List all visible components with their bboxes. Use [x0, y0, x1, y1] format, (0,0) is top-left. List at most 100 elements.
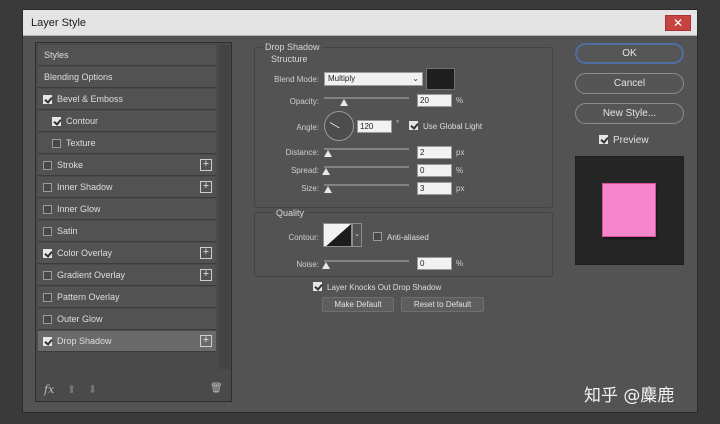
shadow-color-swatch[interactable] [426, 68, 455, 90]
dialog-title: Layer Style [31, 17, 87, 29]
reset-to-default-button[interactable]: Reset to Default [401, 297, 484, 312]
style-checkbox[interactable] [43, 293, 52, 302]
style-item-label: Pattern Overlay [57, 292, 120, 302]
layer-style-dialog: Layer Style ✕ Styles Blending Options Beve… [22, 9, 698, 413]
blend-mode-label: Blend Mode: [274, 75, 319, 84]
styles-list-panel: Styles Blending Options Bevel & Emboss Cont… [35, 42, 232, 402]
style-item-blending-options[interactable]: Blending Options [38, 67, 216, 88]
style-checkbox[interactable] [52, 139, 61, 148]
angle-needle [329, 122, 340, 129]
style-checkbox[interactable] [43, 315, 52, 324]
style-checkbox[interactable] [43, 271, 52, 280]
style-item-label: Contour [66, 116, 99, 126]
distance-slider[interactable] [324, 148, 409, 150]
style-checkbox[interactable] [43, 183, 52, 192]
opacity-label: Opacity: [289, 97, 319, 106]
add-effect-icon[interactable]: + [200, 247, 212, 259]
anti-aliased-label: Anti-aliased [387, 233, 429, 242]
style-item-label: Satin [57, 226, 78, 236]
new-style-button[interactable]: New Style... [575, 103, 684, 124]
contour-dropdown-arrow[interactable]: ⌄ [352, 223, 362, 247]
anti-aliased-checkbox[interactable] [373, 232, 382, 241]
style-item-stroke[interactable]: Stroke + [38, 155, 216, 176]
distance-unit: px [456, 148, 465, 157]
spread-slider[interactable] [324, 166, 409, 168]
fx-icon[interactable]: fx [44, 383, 54, 396]
style-checkbox[interactable] [43, 205, 52, 214]
title-bar[interactable]: Layer Style ✕ [23, 10, 697, 36]
blend-mode-dropdown[interactable]: Multiply ⌄ [324, 72, 423, 86]
style-checkbox[interactable] [43, 249, 52, 258]
style-item-inner-glow[interactable]: Inner Glow [38, 199, 216, 220]
style-item-label: Styles [44, 50, 69, 60]
styles-list-scrollbar[interactable] [219, 45, 230, 369]
watermark-text: 知乎 @麋鹿 [584, 386, 675, 406]
trash-icon[interactable]: 🗑 [210, 383, 223, 394]
style-item-bevel-emboss[interactable]: Bevel & Emboss [38, 89, 216, 110]
angle-unit: ° [396, 119, 400, 128]
add-effect-icon[interactable]: + [200, 181, 212, 193]
use-global-light-label: Use Global Light [423, 122, 483, 131]
style-checkbox[interactable] [43, 227, 52, 236]
preview-checkbox[interactable] [599, 135, 608, 144]
style-item-texture[interactable]: Texture [38, 133, 216, 154]
cancel-button[interactable]: Cancel [575, 73, 684, 94]
style-item-styles[interactable]: Styles [38, 45, 216, 66]
style-checkbox[interactable] [52, 117, 61, 126]
layer-knocks-out-checkbox[interactable] [313, 282, 322, 291]
distance-input[interactable]: 2 [417, 146, 452, 159]
style-checkbox[interactable] [43, 161, 52, 170]
opacity-slider-thumb[interactable] [340, 99, 348, 106]
use-global-light-checkbox[interactable] [409, 121, 418, 130]
quality-title: Quality [274, 208, 307, 218]
structure-title: Structure [271, 54, 308, 64]
styles-list-footer: fx ⬆ ⬇ 🗑 [36, 381, 231, 401]
style-item-label: Stroke [57, 160, 84, 170]
style-item-label: Texture [66, 138, 96, 148]
distance-label: Distance: [285, 148, 319, 157]
noise-input[interactable]: 0 [417, 257, 452, 270]
blend-mode-value: Multiply [328, 74, 356, 83]
noise-slider[interactable] [324, 260, 409, 262]
size-slider[interactable] [324, 184, 409, 186]
noise-slider-thumb[interactable] [322, 262, 330, 269]
preview-label: Preview [613, 135, 649, 146]
add-effect-icon[interactable]: + [200, 269, 212, 281]
size-input[interactable]: 3 [417, 182, 452, 195]
style-checkbox[interactable] [43, 337, 52, 346]
section-title: Drop Shadow [263, 42, 322, 52]
size-unit: px [456, 184, 465, 193]
size-slider-thumb[interactable] [324, 186, 332, 193]
make-default-button[interactable]: Make Default [322, 297, 394, 312]
style-item-inner-shadow[interactable]: Inner Shadow + [38, 177, 216, 198]
opacity-unit: % [456, 96, 464, 105]
style-item-outer-glow[interactable]: Outer Glow [38, 309, 216, 330]
style-item-gradient-overlay[interactable]: Gradient Overlay + [38, 265, 216, 286]
style-item-satin[interactable]: Satin [38, 221, 216, 242]
move-up-icon[interactable]: ⬆ [67, 383, 76, 396]
style-item-label: Inner Glow [57, 204, 101, 214]
noise-label: Noise: [296, 260, 319, 269]
preview-thumbnail [575, 156, 684, 265]
style-item-color-overlay[interactable]: Color Overlay + [38, 243, 216, 264]
opacity-input[interactable]: 20 [417, 94, 452, 107]
distance-slider-thumb[interactable] [324, 150, 332, 157]
contour-picker[interactable] [323, 223, 352, 247]
opacity-slider[interactable] [324, 97, 409, 99]
style-item-drop-shadow[interactable]: Drop Shadow + [38, 331, 216, 352]
add-effect-icon[interactable]: + [200, 335, 212, 347]
spread-label: Spread: [290, 166, 319, 175]
contour-curve-icon [326, 224, 351, 246]
ok-button[interactable]: OK [575, 43, 684, 64]
spread-input[interactable]: 0 [417, 164, 452, 177]
spread-slider-thumb[interactable] [322, 168, 330, 175]
preview-swatch [602, 183, 656, 237]
close-button[interactable]: ✕ [665, 15, 691, 31]
style-item-pattern-overlay[interactable]: Pattern Overlay [38, 287, 216, 308]
add-effect-icon[interactable]: + [200, 159, 212, 171]
move-down-icon[interactable]: ⬇ [88, 383, 97, 396]
style-checkbox[interactable] [43, 95, 52, 104]
angle-dial[interactable] [324, 111, 354, 141]
style-item-contour[interactable]: Contour [38, 111, 216, 132]
angle-input[interactable]: 120 [357, 120, 392, 133]
